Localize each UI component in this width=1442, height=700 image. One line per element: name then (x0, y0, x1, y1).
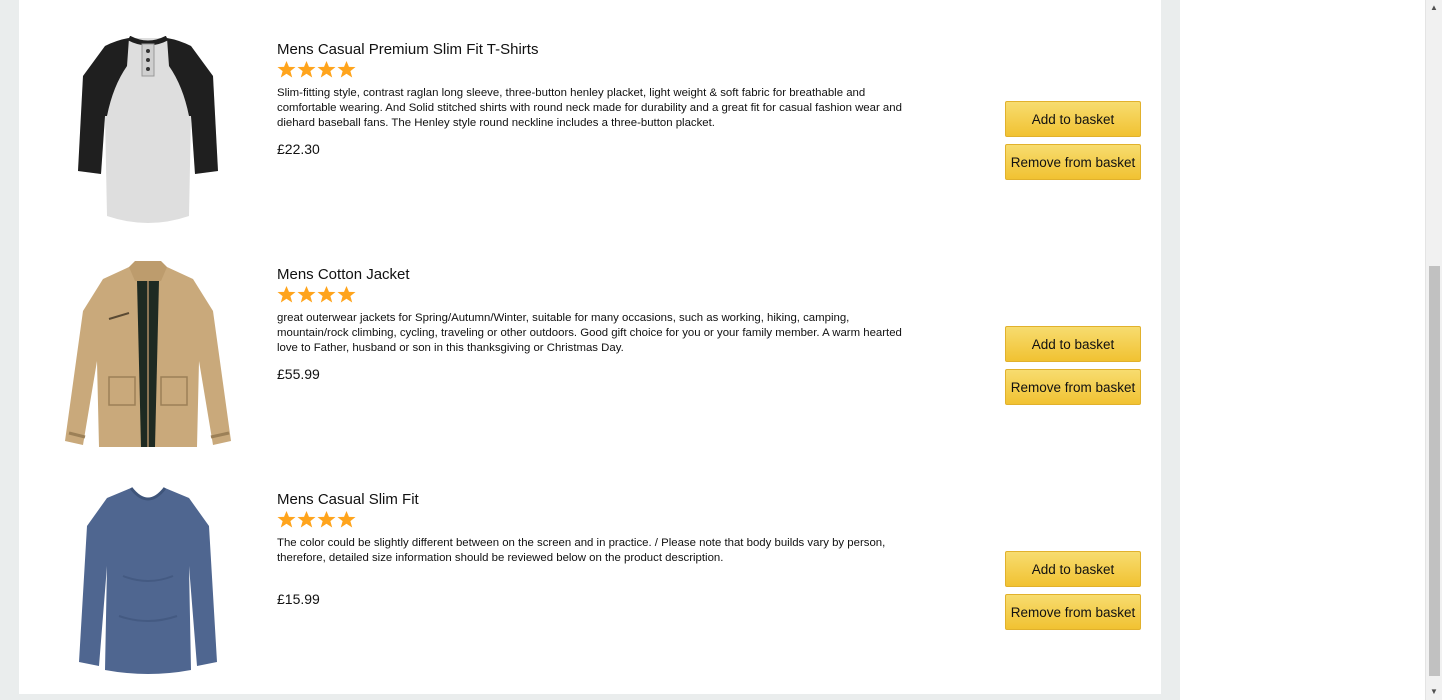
star-icon (317, 60, 336, 78)
product-title[interactable]: Mens Casual Premium Slim Fit T-Shirts (277, 40, 538, 60)
star-icon (297, 60, 316, 78)
product-description: great outerwear jackets for Spring/Autum… (277, 312, 902, 354)
star-icon (297, 510, 316, 528)
page: Mens Casual Premium Slim Fit T-Shirts Sl… (0, 0, 1442, 700)
chevron-down-icon[interactable]: ▼ (1426, 684, 1442, 700)
product-card: Mens Casual Premium Slim Fit T-Shirts Sl… (19, 36, 1161, 261)
product-rating (277, 285, 356, 305)
product-price: £15.99 (277, 591, 320, 607)
product-description: The color could be slightly different be… (277, 537, 886, 564)
product-price: £55.99 (277, 366, 320, 382)
product-description: Slim-fitting style, contrast raglan long… (277, 87, 902, 129)
remove-from-basket-button[interactable]: Remove from basket (1005, 594, 1141, 630)
product-card: Mens Cotton Jacket great outerwear jacke… (19, 261, 1161, 486)
scrollbar-thumb[interactable] (1429, 266, 1440, 676)
product-card: Mens Casual Slim Fit The color could be … (19, 486, 1161, 700)
product-image[interactable] (63, 36, 233, 226)
add-to-basket-button[interactable]: Add to basket (1005, 551, 1141, 587)
star-icon (277, 285, 296, 303)
chevron-up-icon[interactable]: ▲ (1426, 0, 1442, 16)
product-image[interactable] (63, 486, 233, 676)
product-price: £22.30 (277, 141, 320, 157)
product-rating (277, 60, 356, 80)
page-scrollbar[interactable]: ▲ ▼ (1425, 0, 1442, 700)
remove-from-basket-button[interactable]: Remove from basket (1005, 144, 1141, 180)
remove-from-basket-button[interactable]: Remove from basket (1005, 369, 1141, 405)
basket-sidebar (1180, 0, 1425, 700)
star-icon (277, 510, 296, 528)
star-icon (317, 510, 336, 528)
star-icon (337, 60, 356, 78)
add-to-basket-button[interactable]: Add to basket (1005, 326, 1141, 362)
product-list: Mens Casual Premium Slim Fit T-Shirts Sl… (19, 0, 1161, 694)
star-icon (277, 60, 296, 78)
product-title[interactable]: Mens Cotton Jacket (277, 265, 410, 285)
star-icon (297, 285, 316, 303)
star-icon (317, 285, 336, 303)
star-icon (337, 510, 356, 528)
star-icon (337, 285, 356, 303)
product-title[interactable]: Mens Casual Slim Fit (277, 490, 419, 510)
product-rating (277, 510, 356, 530)
product-image[interactable] (63, 261, 233, 451)
add-to-basket-button[interactable]: Add to basket (1005, 101, 1141, 137)
